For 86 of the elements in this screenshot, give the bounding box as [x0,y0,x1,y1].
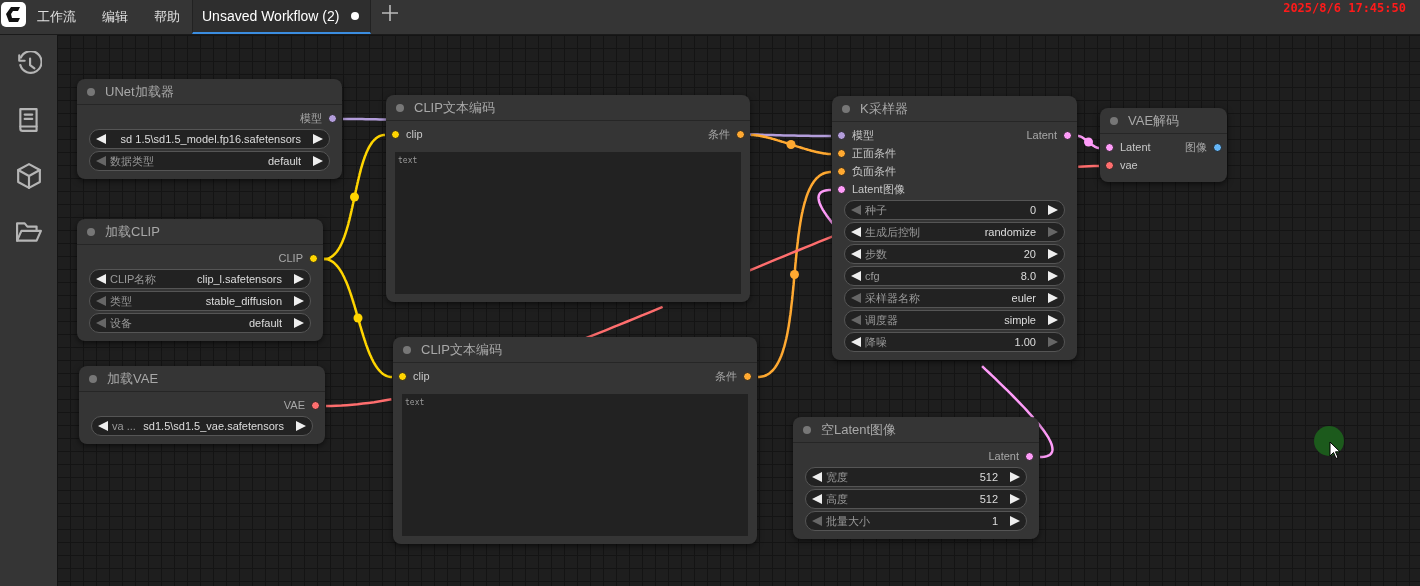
widget-label: 批量大小 [826,513,870,529]
widget-label: 宽度 [826,469,848,485]
node-title: K采样器 [860,99,908,118]
widget-field[interactable]: cfg 8.0 [844,266,1065,286]
node-title: CLIP文本编码 [414,98,495,117]
widget-field[interactable]: 设备 default [89,313,311,333]
widget-label: 类型 [110,293,132,309]
node-panel[interactable]: UNet加载器 模型 sd 1.5\sd1.5_model.fp16.safetensors 数据类型 default [77,79,342,179]
widget-value: default [267,153,301,169]
widget-value: sd1.5\sd1.5_vae.safetensors [143,418,284,434]
widget-label: 高度 [826,491,848,507]
widget-field[interactable]: 高度 512 [805,489,1027,509]
widget-label: 降噪 [865,334,887,350]
node-title: UNet加载器 [105,82,174,101]
widget-field[interactable]: 采样器名称 euler [844,288,1065,308]
widget-label: 调度器 [865,312,898,328]
slot-label: Latent图像 [852,181,905,197]
widget-label: 生成后控制 [865,224,920,240]
widget-label: va ... [112,418,136,434]
widget-value: randomize [984,224,1036,240]
node-title: VAE解码 [1128,111,1180,130]
prompt-field[interactable]: text [395,152,741,294]
widget-value: sd 1.5\sd1.5_model.fp16.safetensors [120,131,301,147]
widget-field[interactable]: 类型 stable_diffusion [89,291,311,311]
widget-value: stable_diffusion [205,293,282,309]
widget-field[interactable]: 批量大小 1 [805,511,1027,531]
widget-value: 512 [979,491,998,507]
widget-field[interactable]: 数据类型 default [89,151,330,171]
slot-label: Latent [1026,127,1057,143]
widget-label: CLIP名称 [110,271,157,287]
widget-value: 8.0 [1020,268,1036,284]
widget-label: 设备 [110,315,132,331]
node-panel[interactable]: CLIP文本编码 clip 条件 text [386,95,750,302]
widget-field[interactable]: 种子 0 [844,200,1065,220]
node-title: 加载VAE [107,369,159,388]
menu-item[interactable]: 编辑 [102,7,128,27]
widget-label: 数据类型 [110,153,154,169]
slot-label: vae [1120,157,1138,173]
widget-value: 1.00 [1014,334,1036,350]
slot-label: VAE [283,397,305,413]
slot-label: CLIP [278,250,303,266]
menu-item[interactable]: 帮助 [154,7,180,27]
slot-label: clip [406,126,423,142]
node-title: 空Latent图像 [821,420,897,439]
slot-label: Latent [1120,139,1151,155]
widget-value: simple [1004,312,1036,328]
widget-label: 种子 [865,202,887,218]
widget-value: default [248,315,282,331]
widget-label: 采样器名称 [865,290,920,306]
clock-text: 2025/8/6 17:45:50 [1283,0,1406,17]
widget-field[interactable]: 宽度 512 [805,467,1027,487]
slot-label: Latent [988,448,1019,464]
widget-label: 步数 [865,246,887,262]
node-panel[interactable]: K采样器 模型 Latent 正面条件 负面条件 Latent图像 种子 0 生成后控制 randomize 步数 20 cfg 8.0 采样器名称 euler 调度器 simple 降噪 1.00 [832,96,1077,360]
slot-label: 条件 [708,126,730,142]
slot-label: 正面条件 [852,145,896,161]
node-panel[interactable]: 加载CLIP CLIP CLIP名称 clip_l.safetensors 类型 stable_diffusion 设备 default [77,219,323,341]
slot-label: 负面条件 [852,163,896,179]
widget-field[interactable]: sd 1.5\sd1.5_model.fp16.safetensors [89,129,330,149]
widget-field[interactable]: va ... sd1.5\sd1.5_vae.safetensors [91,416,313,436]
slot-label: 模型 [300,110,322,126]
widget-value: 20 [1023,246,1036,262]
slot-label: clip [413,368,430,384]
widget-value: euler [1011,290,1036,306]
widget-field[interactable]: CLIP名称 clip_l.safetensors [89,269,311,289]
prompt-field[interactable]: text [402,394,748,536]
widget-field[interactable]: 步数 20 [844,244,1065,264]
menu-item[interactable]: 工作流 [37,7,76,27]
widget-label: cfg [865,268,880,284]
slot-label: 图像 [1185,139,1207,155]
widget-field[interactable]: 降噪 1.00 [844,332,1065,352]
workflow-tab[interactable]: Unsaved Workflow (2) [192,0,372,34]
widget-value: 0 [1029,202,1036,218]
widget-value: 512 [979,469,998,485]
widget-value: clip_l.safetensors [197,271,282,287]
node-panel[interactable]: CLIP文本编码 clip 条件 text [393,337,757,544]
node-title: CLIP文本编码 [421,340,502,359]
node-title: 加载CLIP [105,222,160,241]
widget-field[interactable]: 调度器 simple [844,310,1065,330]
widget-value: 1 [991,513,998,529]
widget-field[interactable]: 生成后控制 randomize [844,222,1065,242]
node-panel[interactable]: 加载VAE VAE va ... sd1.5\sd1.5_vae.safetensors [79,366,325,444]
slot-label: 模型 [852,127,874,143]
slot-label: 条件 [715,368,737,384]
node-panel[interactable]: VAE解码 Latent 图像 vae [1100,108,1227,182]
node-panel[interactable]: 空Latent图像 Latent 宽度 512 高度 512 批量大小 1 [793,417,1039,539]
